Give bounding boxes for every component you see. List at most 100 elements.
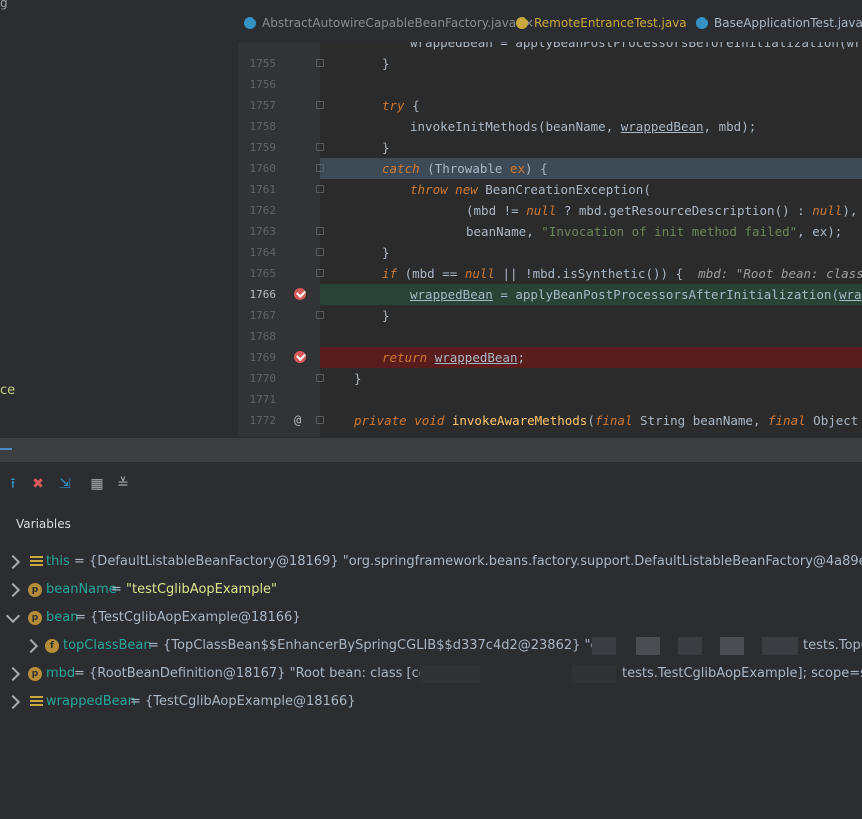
redacted-region (592, 637, 616, 655)
redacted-region (420, 665, 480, 683)
project-tree-item[interactable]: ce (0, 383, 15, 398)
fold-marker-icon[interactable] (316, 227, 324, 235)
fold-marker-icon[interactable] (316, 164, 324, 172)
variable-name: mbd (46, 666, 76, 681)
code-line: 1758 invokeInitMethods(beanName, wrapped… (238, 116, 862, 137)
code-text: throw new BeanCreationException( (410, 182, 651, 197)
line-number: 1756 (249, 78, 277, 91)
chevron-down-icon[interactable] (5, 608, 21, 624)
fold-marker-icon[interactable] (316, 59, 324, 67)
code-line: 1772 @ private void invokeAwareMethods(f… (238, 410, 862, 431)
line-number: 1763 (249, 225, 277, 238)
code-line-breakpoint: 1769 return wrappedBean; (238, 347, 862, 368)
variable-value: = {TestCglibAopExample@18166} (75, 610, 301, 625)
variable-row-bean[interactable]: p bean = {TestCglibAopExample@18166} (0, 604, 862, 632)
class-icon (696, 15, 710, 29)
code-editor[interactable]: wrappedBean = applyBeanPostProcessorsBef… (238, 42, 862, 437)
variable-name: beanName (46, 582, 117, 597)
code-text: wrappedBean = applyBeanPostProcessorsAft… (410, 287, 862, 302)
code-line: 1762 (mbd != null ? mbd.getResourceDescr… (238, 200, 862, 221)
annotation-gutter-icon[interactable]: @ (294, 410, 301, 431)
editor-tabbar: AbstractAutowireCapableBeanFactory.java … (238, 0, 862, 42)
fold-marker-icon[interactable] (316, 248, 324, 256)
line-number: 1759 (249, 141, 277, 154)
panel-divider[interactable] (0, 437, 862, 462)
fold-marker-icon[interactable] (316, 143, 324, 151)
code-text: } (354, 371, 362, 386)
code-text: wrappedBean = applyBeanPostProcessorsBef… (410, 42, 862, 50)
variable-row-mbd[interactable]: p mbd = {RootBeanDefinition@18167} "Root… (0, 660, 862, 688)
parameter-icon: p (28, 611, 42, 625)
line-number: 1755 (249, 57, 277, 70)
variable-row-wrappedbean[interactable]: wrappedBean = {TestCglibAopExample@18166… (0, 688, 862, 716)
fold-marker-icon[interactable] (316, 269, 324, 277)
divider-indicator (0, 448, 12, 450)
line-number: 1762 (249, 204, 277, 217)
code-line: 1765 if (mbd == null || !mbd.isSynthetic… (238, 263, 862, 284)
code-text: return wrappedBean; (382, 350, 526, 365)
debugger-toolbar: ⭱ ✖ ⇲ ▦ ≚ (0, 470, 862, 498)
chevron-right-icon[interactable] (5, 694, 21, 710)
line-number: 1770 (249, 372, 277, 385)
variable-name: this (46, 554, 70, 569)
code-text: } (382, 245, 390, 260)
redacted-region (720, 637, 744, 655)
fold-marker-icon[interactable] (316, 101, 324, 109)
tab-abstract-autowire[interactable]: AbstractAutowireCapableBeanFactory.java … (244, 8, 534, 38)
code-text: } (382, 140, 390, 155)
class-icon (244, 15, 258, 29)
variable-name: wrappedBean (46, 694, 136, 709)
code-text: } (382, 308, 390, 323)
redacted-region (762, 637, 798, 655)
variable-name: bean (46, 610, 79, 625)
inline-debug-hint: mbd: "Root bean: class [co (698, 266, 862, 281)
chevron-right-icon[interactable] (23, 638, 39, 654)
trace-stream-icon[interactable]: ≚ (114, 475, 132, 493)
variable-value: = {DefaultListableBeanFactory@18169} "or… (74, 554, 862, 569)
fold-marker-icon[interactable] (316, 416, 324, 424)
code-line: 1757 try { (238, 95, 862, 116)
chevron-right-icon[interactable] (5, 554, 21, 570)
tab-remote-entrance-test[interactable]: RemoteEntranceTest.java × (516, 8, 705, 38)
code-text: (mbd != null ? mbd.getResourceDescriptio… (466, 203, 858, 218)
code-line: 1761 throw new BeanCreationException( (238, 179, 862, 200)
list-icon (30, 555, 44, 569)
run-to-cursor-icon[interactable]: ⇲ (56, 475, 74, 493)
variable-row-topclassbean[interactable]: f topClassBean = {TopClassBean$$Enhancer… (0, 632, 862, 660)
fold-marker-icon[interactable] (316, 374, 324, 382)
code-line: 1763 beanName, "Invocation of init metho… (238, 221, 862, 242)
step-out-icon[interactable]: ⭱ (4, 475, 22, 493)
drop-frame-icon[interactable]: ✖ (29, 475, 47, 493)
code-text: } (382, 56, 390, 71)
redacted-region (572, 665, 616, 683)
breakpoint-icon[interactable] (294, 351, 306, 363)
code-line: 1764 } (238, 242, 862, 263)
code-text: try { (382, 98, 420, 113)
code-text: beanName, "Invocation of init method fai… (466, 224, 843, 239)
code-line: 1771 (238, 389, 862, 410)
evaluate-table-icon[interactable]: ▦ (88, 475, 106, 493)
line-number: 1767 (249, 309, 277, 322)
line-number: 1769 (249, 351, 277, 364)
variable-row-beanname[interactable]: p beanName = "testCglibAopExample" (0, 576, 862, 604)
variable-value: = {RootBeanDefinition@18167} "Root bean:… (74, 666, 433, 681)
chevron-right-icon[interactable] (5, 582, 21, 598)
code-line: 1756 (238, 74, 862, 95)
code-line-partial: wrappedBean = applyBeanPostProcessorsBef… (238, 42, 862, 53)
breakpoint-icon[interactable] (294, 288, 306, 300)
test-class-icon (516, 15, 530, 29)
fold-marker-icon[interactable] (316, 311, 324, 319)
tab-label: AbstractAutowireCapableBeanFactory.java (262, 16, 517, 30)
redacted-region (678, 637, 702, 655)
tab-base-application-test[interactable]: BaseApplicationTest.java × (696, 8, 862, 38)
fold-marker-icon[interactable] (316, 185, 324, 193)
code-line: 1759 } (238, 137, 862, 158)
variable-row-this[interactable]: this = {DefaultListableBeanFactory@18169… (0, 548, 862, 576)
tab-label: RemoteEntranceTest.java (534, 16, 687, 30)
project-tree-stub: g (0, 0, 8, 10)
variable-value: = {TestCglibAopExample@18166} (130, 694, 356, 709)
variable-value-tail: tests.TestCglibAopExample]; scope=sin (622, 666, 862, 681)
code-text: invokeInitMethods(beanName, wrappedBean,… (410, 119, 757, 134)
variable-value: = {TopClassBean$$EnhancerBySpringCGLIB$$… (148, 638, 611, 653)
chevron-right-icon[interactable] (5, 666, 21, 682)
